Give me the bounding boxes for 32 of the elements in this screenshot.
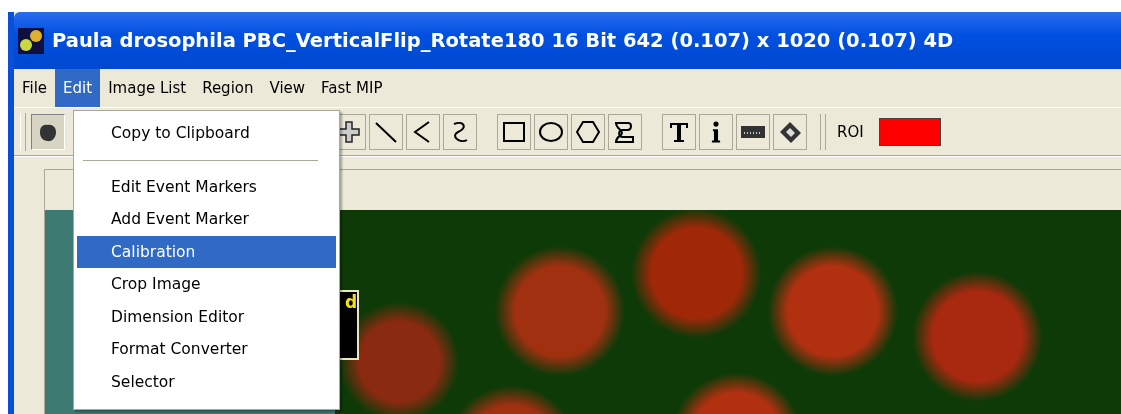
tool-button[interactable] bbox=[369, 113, 403, 150]
menu-item[interactable]: Copy to Clipboard bbox=[77, 117, 336, 150]
menu-item[interactable]: Selector bbox=[77, 365, 336, 398]
tool-button[interactable] bbox=[443, 113, 477, 150]
tool-button[interactable] bbox=[497, 113, 531, 150]
app-icon bbox=[18, 27, 44, 54]
tool-button[interactable] bbox=[773, 113, 807, 150]
tool-button[interactable] bbox=[699, 113, 733, 150]
tool-button[interactable] bbox=[662, 113, 696, 150]
menu-item[interactable]: Edit bbox=[55, 69, 101, 107]
menu-item[interactable]: Dimension Editor bbox=[77, 300, 336, 333]
menu-item[interactable]: Image List bbox=[100, 69, 195, 107]
menu-item[interactable]: View bbox=[261, 69, 314, 107]
window-title: Paula drosophila PBC_VerticalFlip_Rotate180 16 Bit 642 (0.107) x 1020 (0.107) 4D bbox=[52, 29, 954, 52]
menu-item[interactable]: Calibration bbox=[77, 235, 336, 268]
menu-item[interactable]: Edit Event Markers bbox=[77, 170, 336, 203]
overlay-label: d bbox=[345, 292, 358, 312]
tool-button[interactable] bbox=[736, 113, 770, 150]
roi-label: ROI bbox=[837, 122, 864, 141]
info-icon bbox=[711, 120, 721, 143]
menu-item[interactable]: Region bbox=[194, 69, 262, 107]
roi-color-swatch[interactable] bbox=[878, 117, 941, 146]
menu-item[interactable]: Fast MIP bbox=[313, 69, 391, 107]
tool-button[interactable] bbox=[571, 113, 605, 150]
tool-button[interactable] bbox=[608, 113, 642, 150]
menu-item[interactable]: Format Converter bbox=[77, 333, 336, 366]
menu-item[interactable]: Add Event Marker bbox=[77, 203, 336, 236]
menu-item[interactable]: Crop Image bbox=[77, 268, 336, 301]
tool-button[interactable] bbox=[406, 113, 440, 150]
tool-button[interactable] bbox=[534, 113, 568, 150]
menu-item[interactable]: File bbox=[14, 69, 56, 107]
tool-button[interactable] bbox=[31, 113, 65, 150]
